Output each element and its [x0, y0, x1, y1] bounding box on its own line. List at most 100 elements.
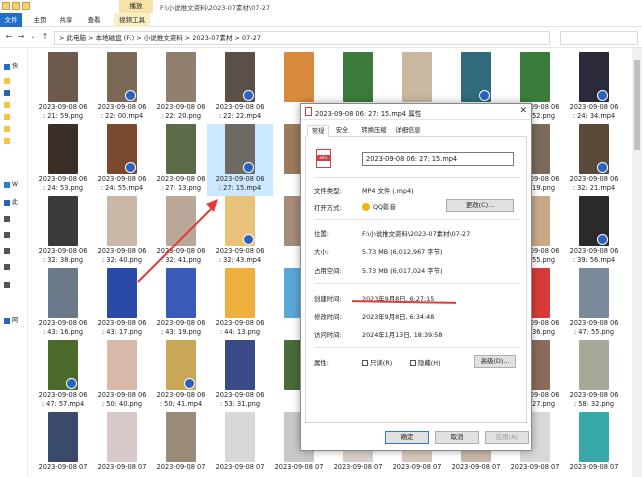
- file-name-line: 2023-09-08 06: [97, 247, 147, 255]
- file-name-line: 2023-09-08 06: [156, 175, 206, 183]
- sidebar-item[interactable]: [4, 124, 26, 133]
- file-tile[interactable]: 2023-09-08 06: 50: 40.png: [89, 340, 155, 412]
- back-icon[interactable]: ←: [4, 32, 14, 42]
- file-tile[interactable]: 2023-09-08 07: [148, 412, 214, 477]
- folder-icon: [4, 101, 10, 108]
- tab-share[interactable]: 共享: [58, 13, 74, 27]
- apply-button[interactable]: 应用(A): [485, 431, 529, 444]
- file-tile[interactable]: 2023-09-08 06: 47: 57.mp4: [36, 340, 96, 412]
- tab-security[interactable]: 安全: [333, 125, 351, 137]
- file-tile[interactable]: 2023-09-08 06: 32: 21.mp4: [561, 124, 627, 196]
- file-tile[interactable]: 2023-09-08 07: [207, 412, 273, 477]
- sidebar-item[interactable]: [4, 280, 26, 289]
- forward-icon[interactable]: →: [16, 32, 26, 42]
- vertical-scrollbar[interactable]: [632, 48, 642, 477]
- file-name-line: 2023-09-08 07: [333, 463, 383, 471]
- sidebar-item[interactable]: W: [4, 180, 26, 189]
- change-button[interactable]: 更改(C)...: [446, 199, 514, 212]
- sidebar-item[interactable]: [4, 76, 26, 85]
- file-tile[interactable]: 2023-09-08 06: 24: 55.mp4: [89, 124, 155, 196]
- video-overlay-icon: [125, 162, 136, 173]
- tab-file[interactable]: 文件: [0, 13, 22, 27]
- file-tile[interactable]: 2023-09-08 06: 24: 34.mp4: [561, 52, 627, 124]
- tab-details[interactable]: 详细信息: [393, 125, 423, 137]
- accessed-label: 访问时间:: [314, 331, 342, 339]
- sidebar-item[interactable]: [4, 262, 26, 271]
- contextual-tab-play[interactable]: 播放: [119, 0, 153, 13]
- advanced-button[interactable]: 高级(D)...: [474, 355, 516, 368]
- sidebar-item[interactable]: [4, 88, 26, 97]
- file-tile[interactable]: 2023-09-08 06: 43: 17.png: [89, 268, 155, 340]
- image-thumbnail: [107, 412, 137, 462]
- file-name-line: 2023-09-08 06: [38, 319, 88, 327]
- hidden-checkbox[interactable]: 隐藏(H): [410, 358, 441, 367]
- sidebar-item[interactable]: [4, 230, 26, 239]
- file-name-line: 2023-09-08 07: [156, 463, 206, 471]
- file-tile[interactable]: 2023-09-08 06: 43: 16.png: [36, 268, 96, 340]
- file-tile[interactable]: 2023-09-08 06: 22: 00.mp4: [89, 52, 155, 124]
- sidebar-item[interactable]: [4, 246, 26, 255]
- file-tile[interactable]: 2023-09-08 06: 43: 19.png: [148, 268, 214, 340]
- file-tile[interactable]: 2023-09-08 06: 32: 41.png: [148, 196, 214, 268]
- tab-general[interactable]: 常规: [307, 125, 329, 137]
- filename-field[interactable]: 2023-09-08 06: 27: 15.mp4: [362, 152, 514, 166]
- separator: [314, 283, 520, 284]
- sidebar-item[interactable]: [4, 112, 26, 121]
- sidebar-item[interactable]: [4, 136, 26, 145]
- file-tile[interactable]: 2023-09-08 06: 24: 53.png: [36, 124, 96, 196]
- sidebar-item[interactable]: [4, 214, 26, 223]
- folder-icon[interactable]: [22, 2, 30, 10]
- checkbox-box[interactable]: [362, 360, 368, 366]
- file-tile[interactable]: 2023-09-08 06: 21: 59.png: [36, 52, 96, 124]
- file-name-line: : 22: 00.mp4: [100, 112, 144, 120]
- file-tile[interactable]: 2023-09-08 06: 27: 15.mp4: [207, 124, 273, 196]
- file-tile[interactable]: 2023-09-08 06: 22: 22.mp4: [207, 52, 273, 124]
- up-icon[interactable]: ↑: [40, 32, 50, 42]
- file-name-line: : 22: 20.png: [160, 112, 202, 120]
- file-tile[interactable]: 2023-09-08 07: [561, 412, 627, 477]
- close-icon[interactable]: ✕: [519, 106, 527, 116]
- checkbox-box[interactable]: [410, 360, 416, 366]
- tab-home[interactable]: 主页: [32, 13, 48, 27]
- file-tile[interactable]: 2023-09-08 06: 39: 56.mp4: [561, 196, 627, 268]
- file-tile[interactable]: 2023-09-08 06: 47: 55.png: [561, 268, 627, 340]
- search-input[interactable]: [560, 31, 638, 45]
- sidebar-item[interactable]: [4, 100, 26, 109]
- file-tile[interactable]: 2023-09-08 06: 32: 43.mp4: [207, 196, 273, 268]
- image-thumbnail: [48, 196, 78, 246]
- video-overlay-icon: [243, 234, 254, 245]
- tab-view[interactable]: 查看: [86, 13, 102, 27]
- file-name-line: 2023-09-08 06: [97, 103, 147, 111]
- file-tile[interactable]: 2023-09-08 06: 50: 41.mp4: [148, 340, 214, 412]
- file-name-line: 2023-09-08 06: [569, 103, 619, 111]
- folder-icon[interactable]: [2, 2, 10, 10]
- address-bar[interactable]: > 此电脑 > 本地磁盘 (F:) > 小说推文资料 > 2023-07素材 >…: [54, 31, 550, 45]
- tab-convert[interactable]: 转换压缩: [359, 125, 389, 137]
- chevron-down-icon[interactable]: ⌄: [28, 32, 38, 42]
- file-name: 2023-09-08 07: [36, 463, 96, 472]
- file-tile[interactable]: 2023-09-08 06: 27: 13.png: [148, 124, 214, 196]
- file-tile[interactable]: 2023-09-08 06: 58: 32.png: [561, 340, 627, 412]
- tab-video-tools[interactable]: 视频工具: [114, 13, 150, 27]
- file-tile[interactable]: 2023-09-08 07: [36, 412, 96, 477]
- file-tile[interactable]: 2023-09-08 06: 53: 31.png: [207, 340, 273, 412]
- file-tile[interactable]: 2023-09-08 06: 32: 40.png: [89, 196, 155, 268]
- file-tile[interactable]: 2023-09-08 07: [89, 412, 155, 477]
- sidebar-item[interactable]: 网: [4, 316, 26, 325]
- readonly-checkbox[interactable]: 只读(R): [362, 358, 392, 367]
- file-name-line: 2023-09-08 06: [156, 319, 206, 327]
- open-with-value: QQ影音: [362, 202, 396, 211]
- cancel-button[interactable]: 取消: [435, 431, 479, 444]
- file-tile[interactable]: 2023-09-08 06: 32: 38.png: [36, 196, 96, 268]
- folder-icon: [4, 231, 10, 238]
- file-tile[interactable]: 2023-09-08 06: 22: 20.png: [148, 52, 214, 124]
- check-icon[interactable]: [12, 2, 20, 10]
- sidebar-item[interactable]: 此: [4, 198, 26, 207]
- type-label: 文件类型:: [314, 187, 342, 195]
- file-tile[interactable]: 2023-09-08 06: 44: 13.png: [207, 268, 273, 340]
- folder-icon: [4, 181, 10, 188]
- sidebar-item[interactable]: 快: [4, 62, 26, 71]
- file-name: 2023-09-08 06: 32: 40.png: [89, 247, 155, 265]
- ok-button[interactable]: 确定: [385, 431, 429, 444]
- scrollbar-thumb[interactable]: [634, 60, 640, 150]
